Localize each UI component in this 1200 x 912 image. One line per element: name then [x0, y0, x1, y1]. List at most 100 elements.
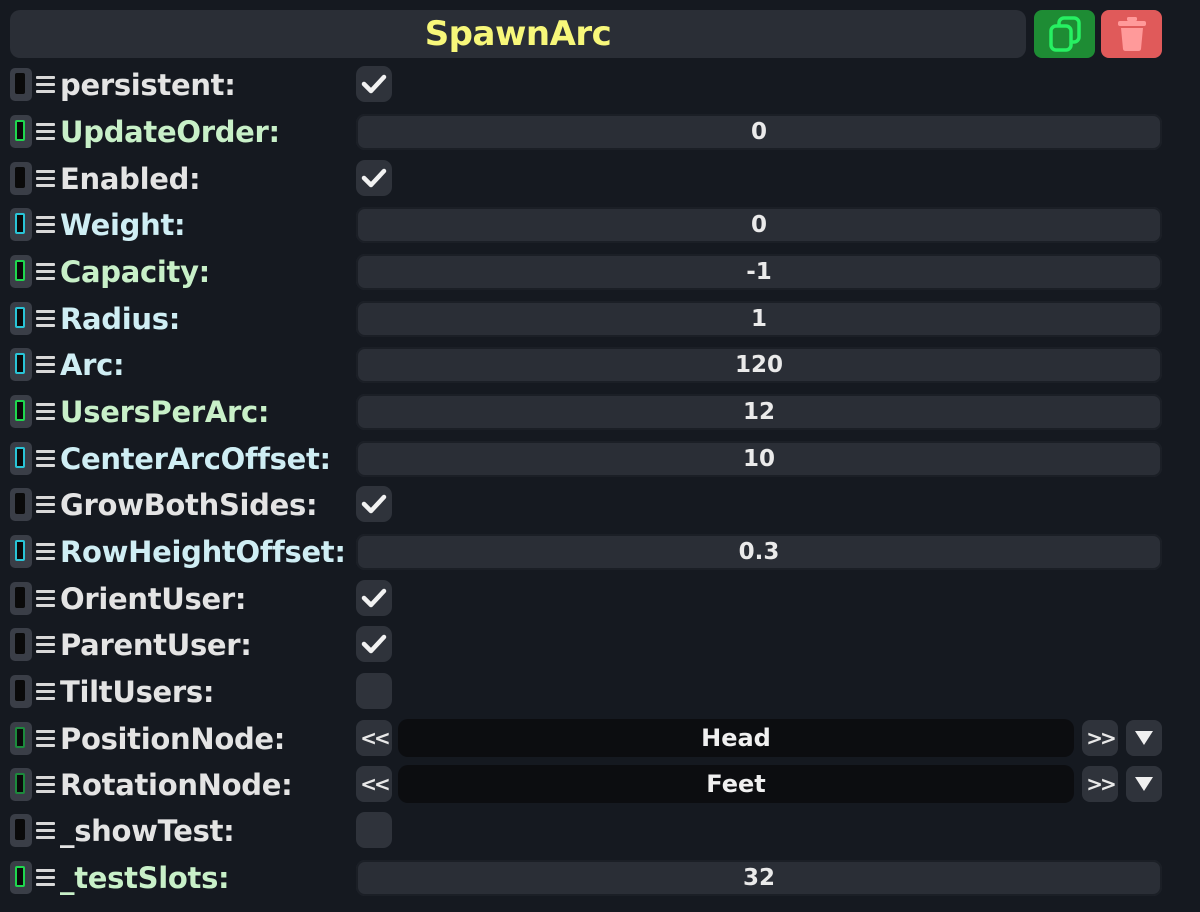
menu-icon[interactable] — [36, 263, 55, 280]
dropdown-button[interactable] — [1126, 720, 1162, 756]
prev-button[interactable]: << — [356, 766, 392, 802]
checkbox[interactable] — [356, 580, 392, 616]
drive-icon[interactable] — [10, 535, 32, 568]
triangle-down-icon — [1135, 731, 1153, 745]
field-label: RotationNode: — [60, 768, 293, 802]
row-parentuser: ParentUser: — [0, 623, 1200, 669]
component-title: SpawnArc — [424, 14, 612, 54]
field-label: UsersPerArc: — [60, 395, 270, 429]
menu-icon[interactable] — [36, 76, 55, 93]
field-label: Arc: — [60, 348, 125, 382]
menu-icon[interactable] — [36, 822, 55, 839]
row-weight: Weight: 0 — [0, 203, 1200, 249]
checkbox[interactable] — [356, 160, 392, 196]
menu-icon[interactable] — [36, 683, 55, 700]
row-capacity: Capacity: -1 — [0, 250, 1200, 296]
field-label: TiltUsers: — [60, 675, 215, 709]
menu-icon[interactable] — [36, 450, 55, 467]
prev-button[interactable]: << — [356, 720, 392, 756]
drive-icon[interactable] — [10, 302, 32, 335]
drive-icon[interactable] — [10, 442, 32, 475]
row-growbothsides: GrowBothSides: — [0, 483, 1200, 529]
drive-icon[interactable] — [10, 208, 32, 241]
value-field[interactable]: 12 — [356, 394, 1162, 430]
drive-icon[interactable] — [10, 255, 32, 288]
check-icon — [361, 494, 387, 514]
menu-icon[interactable] — [36, 403, 55, 420]
drive-icon[interactable] — [10, 768, 32, 801]
drive-icon[interactable] — [10, 348, 32, 381]
value-field[interactable]: 1 — [356, 301, 1162, 337]
menu-icon[interactable] — [36, 636, 55, 653]
menu-icon[interactable] — [36, 543, 55, 560]
row-showtest: _showTest: — [0, 809, 1200, 855]
checkbox[interactable] — [356, 812, 392, 848]
drive-icon[interactable] — [10, 722, 32, 755]
check-icon — [361, 634, 387, 654]
field-label: Capacity: — [60, 255, 210, 289]
drive-icon[interactable] — [10, 582, 32, 615]
row-positionnode: PositionNode: << Head >> — [0, 717, 1200, 763]
drive-icon[interactable] — [10, 162, 32, 195]
field-label: Radius: — [60, 302, 181, 336]
duplicate-button[interactable] — [1034, 10, 1095, 58]
field-label: _testSlots: — [60, 861, 230, 895]
field-label: _showTest: — [60, 814, 235, 848]
menu-icon[interactable] — [36, 869, 55, 886]
value-field[interactable]: -1 — [356, 254, 1162, 290]
value-field[interactable]: 32 — [356, 860, 1162, 896]
menu-icon[interactable] — [36, 730, 55, 747]
drive-icon[interactable] — [10, 115, 32, 148]
enum-value: Head — [398, 719, 1074, 757]
row-arc: Arc: 120 — [0, 343, 1200, 389]
field-label: ParentUser: — [60, 628, 252, 662]
check-icon — [361, 168, 387, 188]
row-enabled: Enabled: — [0, 157, 1200, 203]
field-label: OrientUser: — [60, 582, 247, 616]
row-rowheightoffset: RowHeightOffset: 0.3 — [0, 530, 1200, 576]
drive-icon[interactable] — [10, 395, 32, 428]
value-field[interactable]: 120 — [356, 347, 1162, 383]
checkbox[interactable] — [356, 673, 392, 709]
menu-icon[interactable] — [36, 776, 55, 793]
row-usersperarc: UsersPerArc: 12 — [0, 390, 1200, 436]
drive-icon[interactable] — [10, 861, 32, 894]
drive-icon[interactable] — [10, 814, 32, 847]
menu-icon[interactable] — [36, 590, 55, 607]
drive-icon[interactable] — [10, 68, 32, 101]
field-label: Weight: — [60, 208, 186, 242]
menu-icon[interactable] — [36, 356, 55, 373]
row-updateorder: UpdateOrder: 0 — [0, 110, 1200, 156]
menu-icon[interactable] — [36, 123, 55, 140]
next-button[interactable]: >> — [1082, 720, 1118, 756]
component-header: SpawnArc — [10, 10, 1026, 58]
value-field[interactable]: 0 — [356, 114, 1162, 150]
delete-button[interactable] — [1101, 10, 1162, 58]
field-label: PositionNode: — [60, 722, 286, 756]
next-button[interactable]: >> — [1082, 766, 1118, 802]
field-label: RowHeightOffset: — [60, 535, 346, 569]
drive-icon[interactable] — [10, 628, 32, 661]
duplicate-icon — [1048, 16, 1081, 52]
checkbox[interactable] — [356, 486, 392, 522]
enum-value: Feet — [398, 765, 1074, 803]
value-field[interactable]: 0.3 — [356, 534, 1162, 570]
dropdown-button[interactable] — [1126, 766, 1162, 802]
menu-icon[interactable] — [36, 310, 55, 327]
value-field[interactable]: 10 — [356, 441, 1162, 477]
checkbox[interactable] — [356, 626, 392, 662]
drive-icon[interactable] — [10, 488, 32, 521]
field-label: Enabled: — [60, 162, 201, 196]
check-icon — [361, 74, 387, 94]
menu-icon[interactable] — [36, 496, 55, 513]
drive-icon[interactable] — [10, 675, 32, 708]
row-testslots: _testSlots: 32 — [0, 856, 1200, 902]
menu-icon[interactable] — [36, 170, 55, 187]
checkbox[interactable] — [356, 66, 392, 102]
value-field[interactable]: 0 — [356, 207, 1162, 243]
field-label: GrowBothSides: — [60, 488, 318, 522]
field-label: UpdateOrder: — [60, 115, 280, 149]
field-label: CenterArcOffset: — [60, 442, 331, 476]
row-radius: Radius: 1 — [0, 297, 1200, 343]
menu-icon[interactable] — [36, 216, 55, 233]
